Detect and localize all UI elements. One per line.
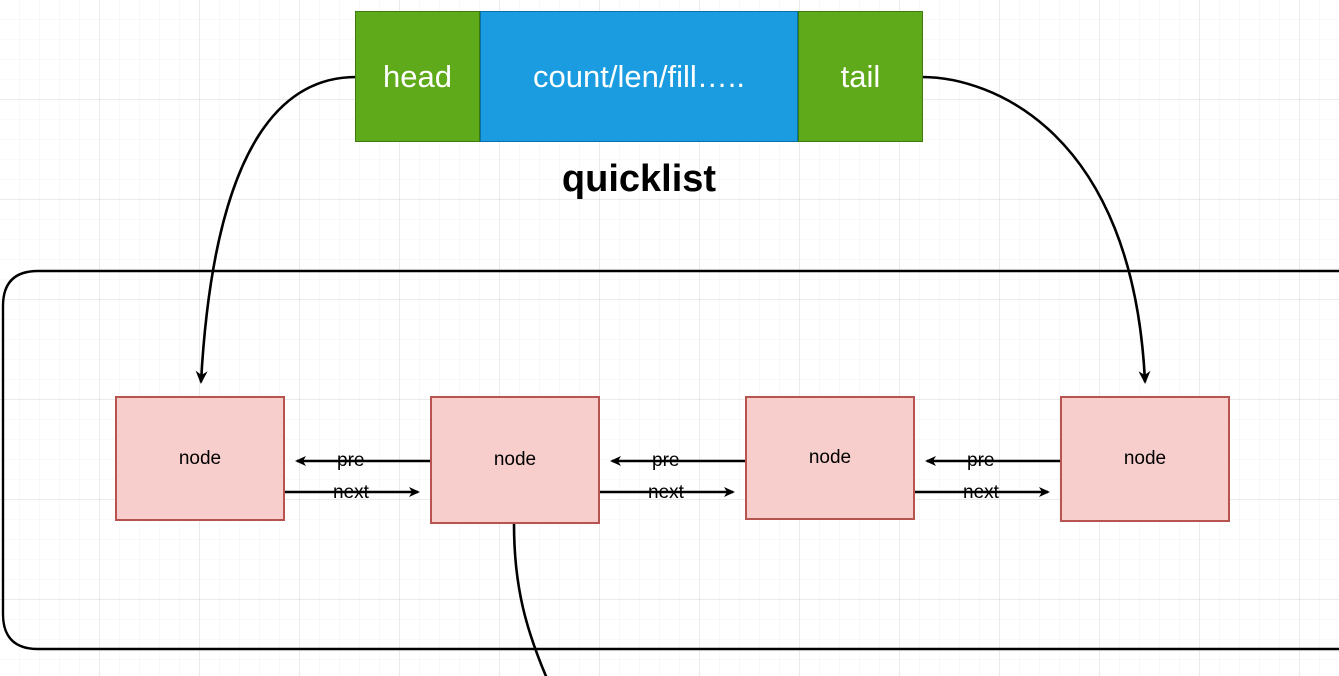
diagram-canvas: head count/len/fill….. tail quicklist no… — [0, 0, 1339, 676]
node2-detail-connector — [512, 523, 548, 676]
node-box-1[interactable]: node — [115, 396, 285, 521]
node-box-3[interactable]: node — [745, 396, 915, 520]
node-box-4[interactable]: node — [1060, 396, 1230, 522]
quicklist-struct: head count/len/fill….. tail — [355, 11, 923, 142]
node-label: node — [178, 447, 222, 469]
head-pointer-arrow — [195, 75, 357, 384]
edge-label-pre-1: pre — [337, 450, 365, 471]
quicklist-title: quicklist — [561, 158, 717, 200]
edge-label-next-1: next — [333, 482, 369, 503]
edge-label-pre-3: pre — [967, 450, 995, 471]
node-label: node — [808, 447, 852, 468]
edge-label-next-3: next — [963, 482, 999, 503]
tail-pointer-arrow — [921, 75, 1151, 384]
quicklist-count-field[interactable]: count/len/fill….. — [480, 11, 798, 142]
quicklist-count-label: count/len/fill….. — [533, 59, 745, 94]
node-box-2[interactable]: node — [430, 396, 600, 524]
quicklist-head-label: head — [383, 59, 452, 94]
edge-label-pre-2: pre — [652, 450, 680, 471]
quicklist-head-field[interactable]: head — [355, 11, 480, 142]
quicklist-tail-label: tail — [840, 59, 881, 94]
quicklist-tail-field[interactable]: tail — [798, 11, 923, 142]
node-label: node — [1123, 448, 1167, 469]
node-label: node — [493, 449, 537, 470]
edge-label-next-2: next — [648, 482, 684, 503]
